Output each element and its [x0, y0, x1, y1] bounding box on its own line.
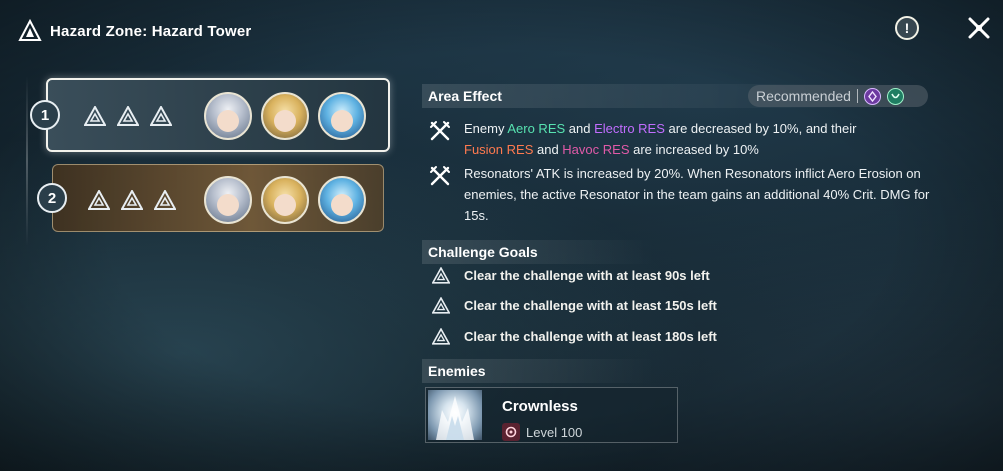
effect-text: and [533, 142, 563, 157]
team-1-avatars [204, 92, 366, 140]
aero-res-keyword: Aero RES [507, 121, 566, 136]
challenge-mark-icon [432, 297, 450, 314]
recommended-elements: Recommended [748, 85, 928, 107]
electro-res-keyword: Electro RES [594, 121, 665, 136]
team-number-2: 2 [37, 183, 67, 213]
effect-text: are increased by 10% [629, 142, 759, 157]
recommended-label: Recommended [756, 88, 851, 104]
challenge-goal-1: Clear the challenge with at least 90s le… [432, 267, 710, 284]
header: Hazard Zone: Hazard Tower [18, 16, 251, 46]
team-2-avatars [204, 176, 366, 224]
close-x-icon [968, 17, 990, 39]
page-title: Hazard Zone: Hazard Tower [50, 22, 252, 40]
challenge-goals-heading: Challenge Goals [422, 240, 682, 264]
challenge-mark-icon [432, 267, 450, 284]
team-rail [26, 76, 28, 246]
area-effect-2: Resonators' ATK is increased by 20%. Whe… [428, 163, 938, 226]
enemies-heading: Enemies [422, 359, 682, 383]
aero-element-icon[interactable] [886, 87, 904, 105]
info-button[interactable]: ! [893, 14, 921, 42]
area-effect-1: Enemy Aero RES and Electro RES are decre… [428, 118, 938, 160]
exclamation-circle-icon: ! [895, 16, 919, 40]
crossed-swords-icon [430, 121, 450, 141]
enemy-level-text: Level 100 [526, 424, 583, 440]
fusion-res-keyword: Fusion RES [464, 142, 534, 157]
enemy-portrait [428, 390, 482, 440]
team-2-marks [88, 190, 176, 210]
divider [856, 89, 858, 103]
enemy-card-crownless[interactable]: Crownless Level 100 [425, 387, 678, 443]
crossed-swords-icon [430, 166, 450, 186]
challenge-mark-icon [84, 106, 106, 126]
resonator-avatar[interactable] [318, 176, 366, 224]
challenge-mark-icon [121, 190, 143, 210]
challenge-mark-icon [117, 106, 139, 126]
team-1-marks [84, 106, 172, 126]
effect-text: Enemy [464, 121, 508, 136]
challenge-mark-icon [154, 190, 176, 210]
challenge-goal-3: Clear the challenge with at least 180s l… [432, 328, 717, 345]
electro-element-icon[interactable] [863, 87, 881, 105]
havoc-res-keyword: Havoc RES [562, 142, 630, 157]
enemy-level: Level 100 [502, 423, 582, 441]
effect-text: are decreased by 10%, and their [664, 121, 857, 136]
area-effect-text: Resonators' ATK is increased by 20%. Whe… [464, 166, 930, 223]
area-effect-text: Enemy Aero RES and Electro RES are decre… [464, 118, 856, 160]
challenge-goal-text: Clear the challenge with at least 150s l… [464, 298, 717, 313]
enemy-name: Crownless [502, 398, 578, 415]
resonator-avatar[interactable] [204, 176, 252, 224]
challenge-mark-icon [432, 328, 450, 345]
resonator-avatar[interactable] [318, 92, 366, 140]
tower-logo-icon [18, 19, 42, 41]
team-number-1: 1 [30, 100, 60, 130]
resonator-avatar[interactable] [261, 176, 309, 224]
challenge-mark-icon [88, 190, 110, 210]
challenge-goal-2: Clear the challenge with at least 150s l… [432, 297, 717, 314]
resonator-avatar[interactable] [261, 92, 309, 140]
effect-text: and [565, 121, 595, 136]
challenge-goal-text: Clear the challenge with at least 90s le… [464, 268, 710, 283]
havoc-element-icon [502, 423, 520, 441]
challenge-mark-icon [150, 106, 172, 126]
challenge-goal-text: Clear the challenge with at least 180s l… [464, 329, 717, 344]
resonator-avatar[interactable] [204, 92, 252, 140]
close-button[interactable] [965, 14, 993, 42]
